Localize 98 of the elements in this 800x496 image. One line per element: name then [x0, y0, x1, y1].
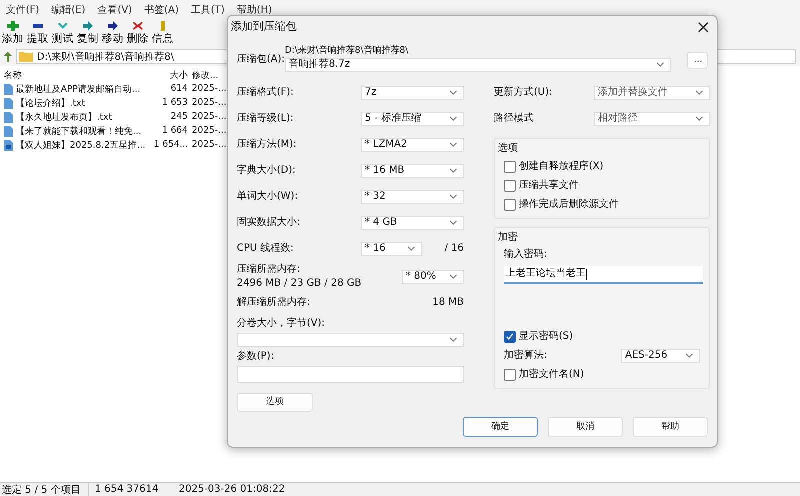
arrow-icon [107, 21, 119, 31]
parameters-field[interactable] [237, 366, 464, 383]
dropdown[interactable]: * LZMA2 [361, 138, 464, 152]
dropdown[interactable]: * 4 GB [361, 216, 464, 230]
checkbox[interactable] [504, 161, 516, 173]
file-icon [4, 98, 13, 108]
group-title: 加密 [498, 232, 519, 244]
file-icon [4, 112, 13, 122]
field-label: 路径模式 [494, 113, 535, 125]
checkbox[interactable] [504, 180, 516, 192]
field-label: 输入密码: [504, 249, 548, 261]
checkbox[interactable] [504, 199, 516, 211]
field-label: 分卷大小，字节(V): [237, 318, 326, 330]
dropdown[interactable]: 5 - 标准压缩 [361, 112, 464, 126]
file-size: 1 654... [154, 140, 188, 150]
dropdown[interactable]: 添加并替换文件 [594, 86, 710, 100]
close-icon[interactable] [698, 22, 709, 32]
status-text: 2025-03-26 01:08:22 [178, 484, 286, 495]
checkbox-label[interactable]: 创建自释放程序(X) [519, 161, 604, 173]
checkbox-label[interactable]: 压缩共享文件 [519, 180, 579, 192]
checkbox[interactable] [504, 369, 516, 381]
up-arrow-icon[interactable] [4, 52, 12, 62]
dropdown[interactable]: AES-256 [621, 349, 700, 363]
file-name[interactable]: 最新地址及APP请发邮箱自动... [16, 82, 141, 96]
dialog-button[interactable]: 取消 [548, 417, 623, 437]
checkbox-label[interactable]: 加密文件名(N) [519, 369, 584, 381]
file-size: 1 653 [161, 98, 188, 108]
delete-icon [132, 21, 144, 31]
toolbar-button[interactable]: 复制 [77, 21, 99, 46]
menu-item[interactable]: 书签(A) [144, 3, 179, 17]
password-field[interactable]: 上老王论坛当老王 [504, 266, 703, 284]
menu-item[interactable]: 编辑(E) [52, 3, 86, 17]
dialog-button[interactable]: 确定 [463, 417, 538, 437]
file-date: 2025-... [192, 126, 227, 136]
field-label: 压缩等级(L): [237, 113, 295, 125]
checkbox[interactable] [504, 331, 516, 343]
field-label: 压缩方法(M): [237, 139, 298, 151]
file-name[interactable]: 【来了就能下载和观看！纯免... [16, 124, 142, 138]
file-name[interactable]: 【双人姐妹】2025.8.2五星推... [16, 138, 146, 152]
field-label: 加密算法: [504, 350, 548, 362]
field-label: 固实数据大小: [237, 217, 302, 229]
checkbox-label[interactable]: 操作完成后删除源文件 [519, 199, 619, 211]
checkbox-label[interactable]: 显示密码(S) [519, 331, 574, 343]
memory-value: 18 MB [432, 297, 464, 309]
field-label: 解压缩所需内存: [237, 297, 312, 309]
menu-item[interactable]: 工具(T) [191, 3, 225, 17]
field-label: 更新方式(U): [494, 87, 554, 99]
toolbar-button[interactable]: 移动 [102, 21, 124, 46]
file-date: 2025-... [192, 140, 227, 150]
group-title: 选项 [498, 143, 519, 155]
file-name[interactable]: 【永久地址发布页】.txt [16, 110, 112, 124]
file-name[interactable]: 【论坛介绍】.txt [16, 96, 86, 110]
field-label: 压缩所需内存: [237, 264, 302, 276]
menu-item[interactable]: 帮助(H) [236, 3, 272, 17]
memory-value: 2496 MB / 23 GB / 28 GB [237, 278, 363, 290]
dialog-title: 添加到压缩包 [231, 20, 297, 34]
field-label: 字典大小(D): [237, 165, 297, 177]
dialog-button[interactable]: 帮助 [633, 417, 708, 437]
dropdown[interactable]: 相对路径 [594, 112, 710, 126]
toolbar-button[interactable]: 提取 [27, 21, 49, 46]
archive-path: D:\来财\音响推荐8\音响推荐8\ [285, 46, 410, 57]
file-size: 245 [170, 112, 188, 122]
field-label: 压缩格式(F): [237, 87, 295, 99]
dropdown[interactable]: 7z [361, 86, 464, 100]
options-button[interactable]: 选项 [237, 393, 313, 412]
file-size: 1 664 [161, 126, 188, 136]
status-text: 1 654 37614 [94, 484, 160, 495]
browse-button[interactable]: ... [687, 52, 708, 69]
toolbar-button[interactable]: 删除 [127, 21, 149, 46]
toolbar-button[interactable]: 信息 [152, 21, 174, 46]
file-date: 2025-... [192, 98, 227, 108]
toolbar-button[interactable]: 添加 [2, 21, 24, 46]
column-header[interactable]: 大小 [154, 68, 188, 82]
status-text: 选定 5 / 5 个项目 [0, 482, 89, 496]
field-label: CPU 线程数: [237, 243, 295, 255]
dropdown[interactable]: * 80% [402, 270, 464, 284]
file-date: 2025-... [192, 112, 227, 122]
menu-item[interactable]: 文件(F) [6, 3, 40, 17]
column-header[interactable]: 修改... [192, 68, 219, 82]
dropdown[interactable]: * 16 MB [361, 164, 464, 178]
file-icon [4, 84, 13, 94]
field-label: 参数(P): [237, 351, 276, 363]
minus-icon [32, 21, 44, 31]
toolbar-button[interactable]: 测试 [52, 21, 74, 46]
menu-item[interactable]: 查看(V) [98, 3, 132, 17]
folder-icon [19, 51, 33, 62]
field-label: 单词大小(W): [237, 191, 300, 203]
plus-icon [7, 21, 19, 31]
file-size: 614 [170, 84, 188, 94]
file-date: 2025-... [192, 84, 227, 94]
arrow-icon [82, 21, 94, 31]
column-header[interactable]: 名称 [0, 68, 154, 82]
file-icon [4, 126, 13, 136]
thread-max: / 16 [444, 243, 464, 255]
archive-name-field[interactable]: 音响推荐8.7z [285, 58, 671, 72]
dropdown[interactable]: * 32 [361, 190, 464, 204]
dropdown[interactable]: * 16 [361, 242, 422, 256]
image-file-icon [4, 140, 13, 150]
